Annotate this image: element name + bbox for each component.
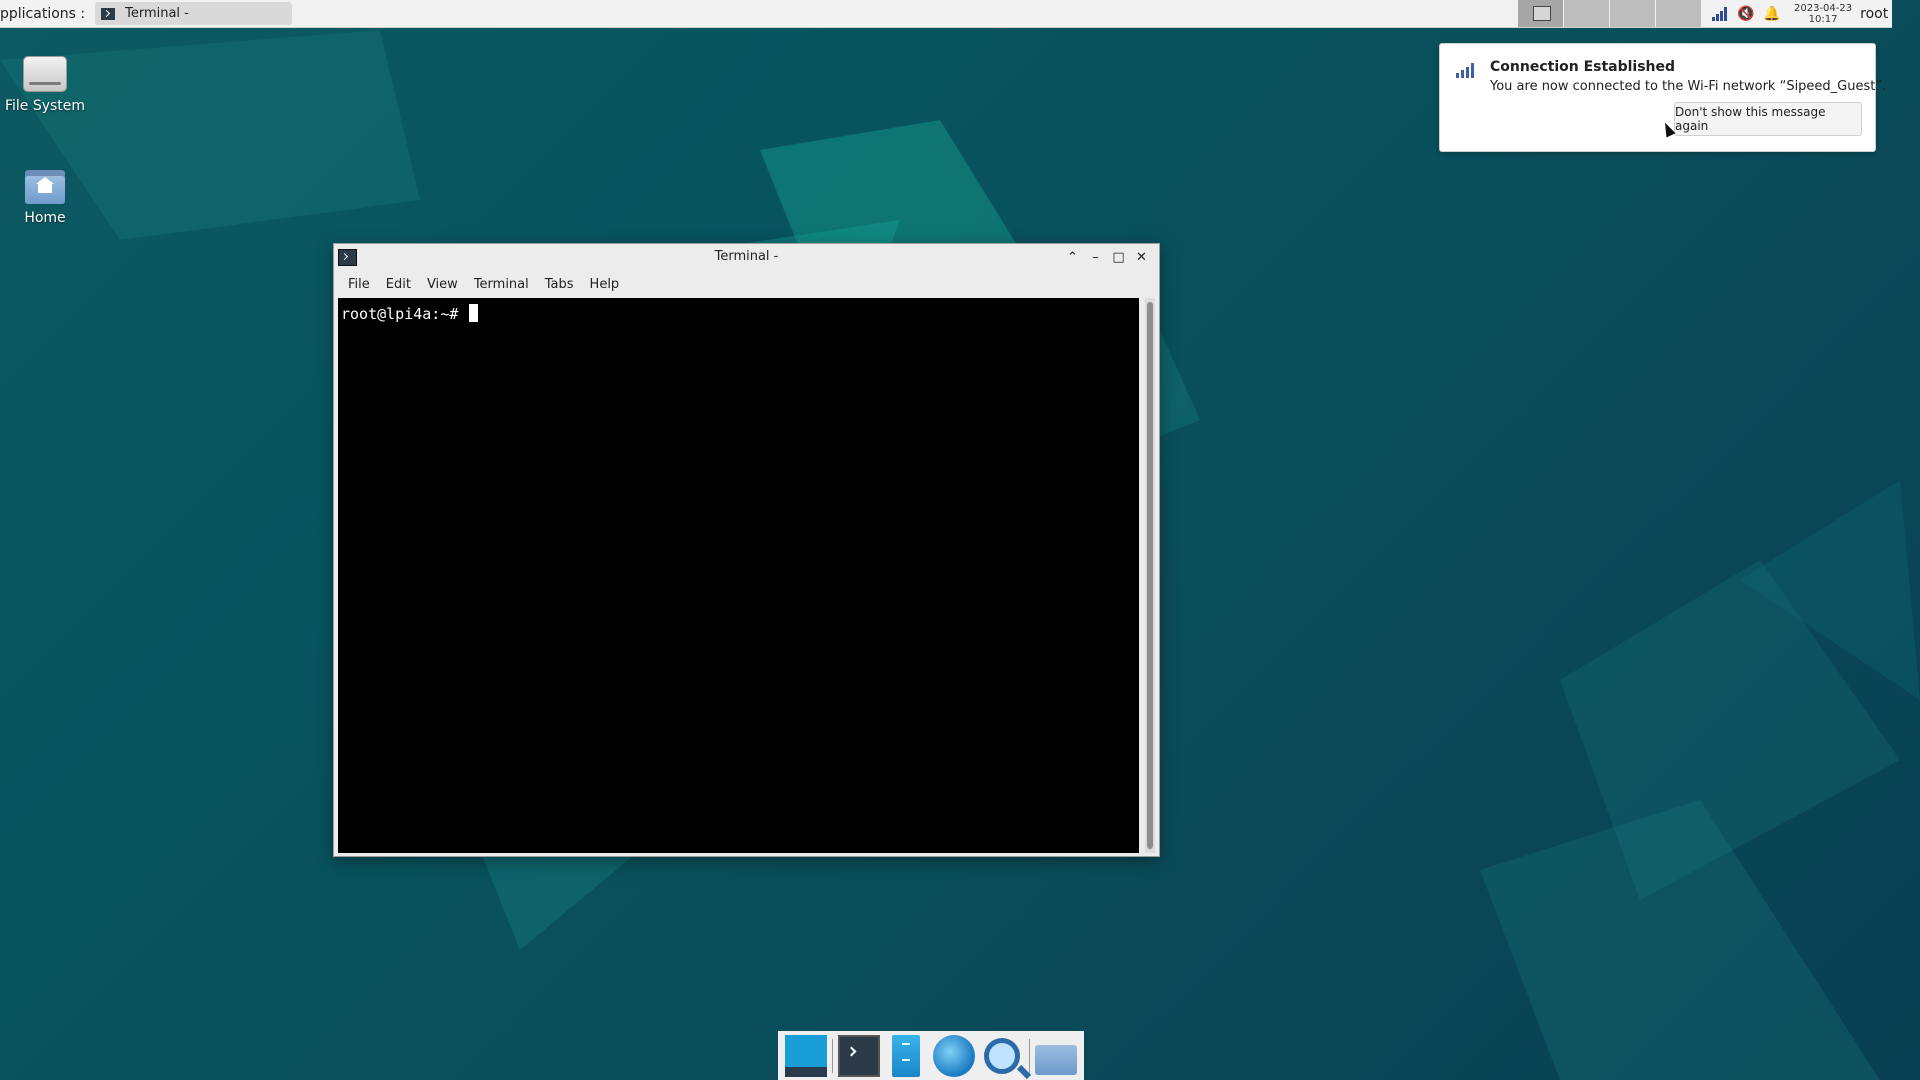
- top-panel: pplications : Terminal - 🔇 🔔 2023-04-23 …: [0, 0, 1892, 28]
- home-folder-icon: [25, 168, 65, 204]
- workspace-3[interactable]: [1610, 0, 1655, 27]
- terminal-scrollbar[interactable]: [1145, 298, 1155, 853]
- app-finder-icon[interactable]: [983, 1037, 1020, 1074]
- terminal-prompt: root@lpi4a:~#: [341, 305, 459, 323]
- workspace-1[interactable]: [1518, 0, 1563, 27]
- dock: [778, 1031, 1084, 1080]
- minimize-button[interactable]: –: [1084, 247, 1107, 267]
- clock-time: 10:17: [1808, 13, 1838, 25]
- terminal-icon[interactable]: [838, 1034, 881, 1077]
- dock-separator: [1029, 1038, 1031, 1073]
- taskbar-terminal-button[interactable]: Terminal -: [95, 2, 293, 25]
- menu-help[interactable]: Help: [582, 277, 628, 292]
- scrollbar-thumb[interactable]: [1147, 302, 1153, 849]
- window-titlebar[interactable]: Terminal - ⌃ – □ ✕: [334, 244, 1159, 270]
- desktop-icon-label: Home: [24, 210, 66, 226]
- desktop-icon-file-system[interactable]: File System: [0, 56, 90, 114]
- workspace-2[interactable]: [1564, 0, 1609, 27]
- close-button[interactable]: ✕: [1130, 247, 1153, 267]
- terminal-output[interactable]: root@lpi4a:~#: [338, 298, 1139, 853]
- volume-muted-icon[interactable]: 🔇: [1736, 4, 1756, 24]
- menu-file[interactable]: File: [340, 277, 378, 292]
- clock-date: 2023-04-23: [1794, 2, 1853, 14]
- network-icon: [1456, 62, 1474, 78]
- menu-bar: File Edit View Terminal Tabs Help: [334, 270, 1159, 298]
- menu-tabs[interactable]: Tabs: [537, 277, 582, 292]
- dock-separator: [831, 1038, 833, 1073]
- desktop-icon-home[interactable]: Home: [0, 168, 90, 226]
- system-tray: 🔇 🔔 2023-04-23 10:17 root: [1710, 0, 1888, 27]
- notification-popup[interactable]: Connection Established You are now conne…: [1439, 43, 1886, 152]
- desktop-icon-label: File System: [4, 98, 86, 114]
- taskbar-terminal-label: Terminal -: [125, 6, 189, 21]
- web-browser-icon[interactable]: [932, 1034, 975, 1077]
- clock[interactable]: 2023-04-23 10:17: [1794, 3, 1852, 25]
- notification-title: Connection Established: [1490, 59, 1676, 75]
- show-desktop-icon[interactable]: [784, 1034, 827, 1077]
- terminal-icon: [101, 7, 116, 20]
- terminal-window: Terminal - ⌃ – □ ✕ File Edit View Termin…: [333, 243, 1160, 857]
- applications-menu[interactable]: pplications :: [0, 6, 89, 22]
- folder-icon[interactable]: [1035, 1044, 1078, 1075]
- network-icon[interactable]: [1710, 4, 1730, 24]
- file-manager-icon[interactable]: [892, 1034, 921, 1077]
- roll-up-button[interactable]: ⌃: [1061, 247, 1084, 267]
- window-title: Terminal -: [714, 249, 779, 264]
- text-cursor: [469, 304, 479, 322]
- dont-show-again-button[interactable]: Don't show this message again: [1674, 102, 1862, 136]
- user-menu[interactable]: root: [1860, 6, 1888, 22]
- maximize-button[interactable]: □: [1107, 247, 1130, 267]
- drive-icon: [23, 56, 67, 92]
- notification-body: You are now connected to the Wi-Fi netwo…: [1490, 79, 1887, 94]
- workspace-4[interactable]: [1656, 0, 1701, 27]
- menu-terminal[interactable]: Terminal: [466, 277, 537, 292]
- workspace-switcher: [1518, 0, 1702, 27]
- menu-view[interactable]: View: [419, 277, 466, 292]
- menu-edit[interactable]: Edit: [378, 277, 419, 292]
- bell-icon[interactable]: 🔔: [1762, 4, 1782, 24]
